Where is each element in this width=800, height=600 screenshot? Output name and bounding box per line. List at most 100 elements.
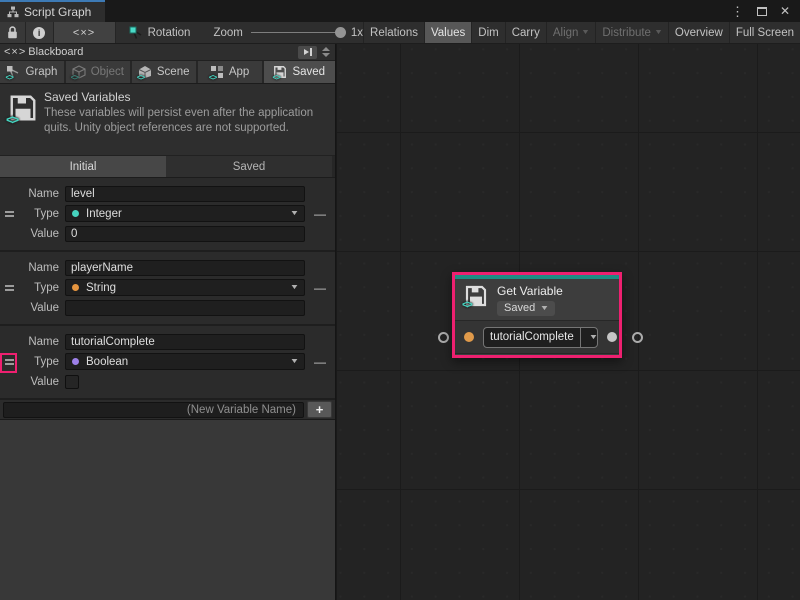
tab-script-graph[interactable]: Script Graph xyxy=(0,0,105,22)
variables-button[interactable]: <×> xyxy=(54,22,116,43)
values-button[interactable]: Values xyxy=(424,22,471,43)
type-label: Type xyxy=(18,356,59,368)
maximize-icon[interactable] xyxy=(757,7,767,16)
saved-variables-info: <> Saved Variables These variables will … xyxy=(0,84,335,156)
window-menu-icon[interactable]: ⋮ xyxy=(731,5,744,18)
main-area: <×> Blackboard <> Graph xyxy=(0,44,800,600)
name-label: Name xyxy=(18,262,59,274)
variable-type-dropdown[interactable]: Integer ▼ xyxy=(65,205,305,222)
tab-saved-values[interactable]: Saved xyxy=(166,156,332,177)
saved-variable-floppy-icon: <> xyxy=(464,284,488,308)
tab-graph[interactable]: <> Graph xyxy=(0,61,66,83)
window-tab-bar: Script Graph ⋮ ✕ xyxy=(0,0,800,22)
variable-value-input[interactable] xyxy=(65,226,305,242)
add-variable-button[interactable]: + xyxy=(307,401,332,418)
up-arrow-icon xyxy=(322,47,330,51)
relations-button[interactable]: Relations xyxy=(363,22,424,43)
variable-name-input[interactable] xyxy=(65,186,305,202)
close-icon[interactable]: ✕ xyxy=(780,5,790,17)
variable-card-tutorialComplete: Name Type Boolean ▼ xyxy=(0,326,335,400)
align-button: Align▼ xyxy=(546,22,596,43)
chevron-down-icon: ▼ xyxy=(588,334,598,341)
lock-icon xyxy=(7,26,18,39)
tab-app[interactable]: <> App xyxy=(198,61,264,83)
window-controls: ⋮ ✕ xyxy=(721,0,800,22)
info-icon: i xyxy=(33,27,45,39)
variable-card-level: Name Type Integer ▼ — xyxy=(0,178,335,252)
drag-handle[interactable] xyxy=(5,285,14,291)
zoom-value: 1x xyxy=(351,27,363,39)
lock-button[interactable] xyxy=(0,22,26,43)
variables-icon: <×> xyxy=(73,27,95,39)
new-variable-name-input[interactable] xyxy=(3,402,304,418)
carry-button[interactable]: Carry xyxy=(505,22,546,43)
scene-icon: <> xyxy=(138,65,152,79)
variable-name-input[interactable] xyxy=(65,334,305,350)
rotation-label: Rotation xyxy=(148,27,191,39)
output-connection-port[interactable] xyxy=(632,332,643,343)
tab-initial[interactable]: Initial xyxy=(0,156,166,177)
variable-type-dropdown[interactable]: String ▼ xyxy=(65,279,305,296)
zoom-label: Zoom xyxy=(213,27,242,39)
node-header: <> Get Variable Saved ▼ xyxy=(455,279,619,320)
node-footer xyxy=(455,354,619,355)
zoom-slider[interactable] xyxy=(251,32,343,33)
tab-object: <> Object xyxy=(66,61,132,83)
value-label: Value xyxy=(18,302,59,314)
annotation-highlight-box xyxy=(0,353,17,373)
overview-button[interactable]: Overview xyxy=(668,22,729,43)
script-graph-icon xyxy=(7,6,19,18)
graph-toolbar: i <×> Rotation Zoom 1x Relations Values … xyxy=(0,22,800,44)
node-title: Get Variable xyxy=(497,284,563,298)
dock-icon xyxy=(304,49,309,55)
saved-variables-title: Saved Variables xyxy=(44,90,131,104)
saved-variables-description: These variables will persist even after … xyxy=(44,106,322,136)
chevron-down-icon: ▼ xyxy=(654,29,663,36)
tab-scene[interactable]: <> Scene xyxy=(132,61,198,83)
object-cube-icon: <> xyxy=(72,65,86,79)
value-output-port[interactable] xyxy=(607,332,617,342)
graph-canvas[interactable]: <> Get Variable Saved ▼ xyxy=(337,44,800,600)
dim-button[interactable]: Dim xyxy=(471,22,504,43)
tab-title: Script Graph xyxy=(24,5,91,19)
blackboard-header: <×> Blackboard xyxy=(0,44,335,61)
tab-saved[interactable]: <> Saved xyxy=(264,61,336,83)
type-color-dot xyxy=(72,210,79,217)
variable-scope-tabs: <> Graph <> Object <> Scene xyxy=(0,61,335,84)
variable-type-dropdown[interactable]: Boolean ▼ xyxy=(65,353,305,370)
blackboard-empty-area xyxy=(0,420,335,600)
chevron-down-icon: ▼ xyxy=(290,284,300,291)
scope-dropdown[interactable]: Saved ▼ xyxy=(497,301,555,316)
graph-icon: <> xyxy=(6,65,20,79)
node-body: tutorialComplete ▼ xyxy=(455,320,619,354)
blackboard-title: Blackboard xyxy=(28,46,83,58)
dock-panel-button[interactable] xyxy=(298,46,317,59)
variable-select-dropdown[interactable]: tutorialComplete ▼ xyxy=(483,327,598,348)
blackboard-icon: <×> xyxy=(4,46,26,58)
chevron-down-icon: ▼ xyxy=(540,305,550,312)
type-color-dot xyxy=(72,358,79,365)
zoom-slider-handle[interactable] xyxy=(335,27,346,38)
variable-value-input[interactable] xyxy=(65,300,305,316)
full-screen-button[interactable]: Full Screen xyxy=(729,22,800,43)
drag-handle[interactable] xyxy=(5,211,14,217)
remove-variable-button[interactable]: — xyxy=(305,207,335,221)
name-label: Name xyxy=(18,336,59,348)
variable-name-input[interactable] xyxy=(65,260,305,276)
toolbar-right-buttons: Relations Values Dim Carry Align▼ Distri… xyxy=(363,22,800,43)
script-graph-window: Script Graph ⋮ ✕ i <×> Rotation Zoom xyxy=(0,0,800,600)
get-variable-node[interactable]: <> Get Variable Saved ▼ xyxy=(455,275,619,355)
type-label: Type xyxy=(18,282,59,294)
variables-list: Name Type Integer ▼ — xyxy=(0,178,335,400)
distribute-button: Distribute▼ xyxy=(595,22,668,43)
variable-name-port[interactable] xyxy=(464,332,474,342)
remove-variable-button[interactable]: — xyxy=(305,355,335,369)
saved-variables-floppy-icon: <> xyxy=(8,93,38,123)
info-button[interactable]: i xyxy=(26,22,54,43)
input-connection-port[interactable] xyxy=(438,332,449,343)
new-variable-row: + xyxy=(0,400,335,420)
panel-resize-spinner[interactable] xyxy=(320,47,332,57)
rotation-button[interactable]: Rotation xyxy=(125,22,195,43)
remove-variable-button[interactable]: — xyxy=(305,281,335,295)
value-checkbox[interactable] xyxy=(65,375,79,389)
